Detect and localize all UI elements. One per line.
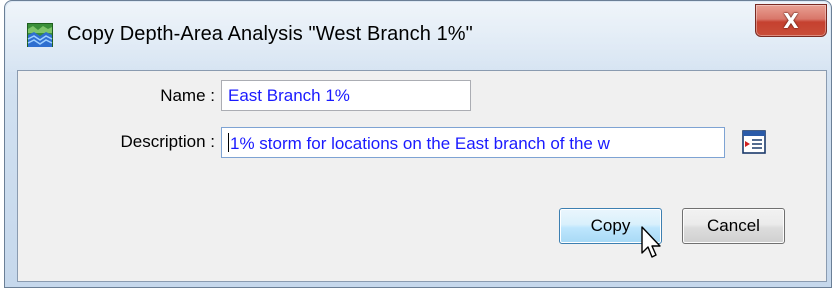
depth-area-analysis-icon bbox=[27, 23, 53, 47]
cancel-button-label: Cancel bbox=[707, 216, 760, 235]
description-label: Description : bbox=[120, 132, 215, 151]
text-editor-icon[interactable] bbox=[740, 128, 768, 156]
copy-button-label: Copy bbox=[590, 216, 631, 235]
window-title: Copy Depth-Area Analysis "West Branch 1%… bbox=[67, 23, 473, 45]
close-icon: X bbox=[783, 8, 799, 33]
name-label: Name : bbox=[160, 86, 215, 105]
description-field-value: 1% storm for locations on the East branc… bbox=[230, 134, 610, 153]
cancel-button[interactable]: Cancel bbox=[682, 208, 785, 244]
text-caret bbox=[228, 133, 229, 152]
dialog-window: Copy Depth-Area Analysis "West Branch 1%… bbox=[4, 0, 832, 288]
mouse-pointer-icon bbox=[641, 226, 661, 258]
name-field[interactable]: East Branch 1% bbox=[221, 80, 471, 111]
close-button[interactable]: X bbox=[755, 4, 827, 37]
name-field-value: East Branch 1% bbox=[228, 86, 350, 105]
dialog-body: Name : East Branch 1% Description : 1% s… bbox=[17, 70, 827, 282]
description-field[interactable]: 1% storm for locations on the East branc… bbox=[221, 127, 725, 158]
